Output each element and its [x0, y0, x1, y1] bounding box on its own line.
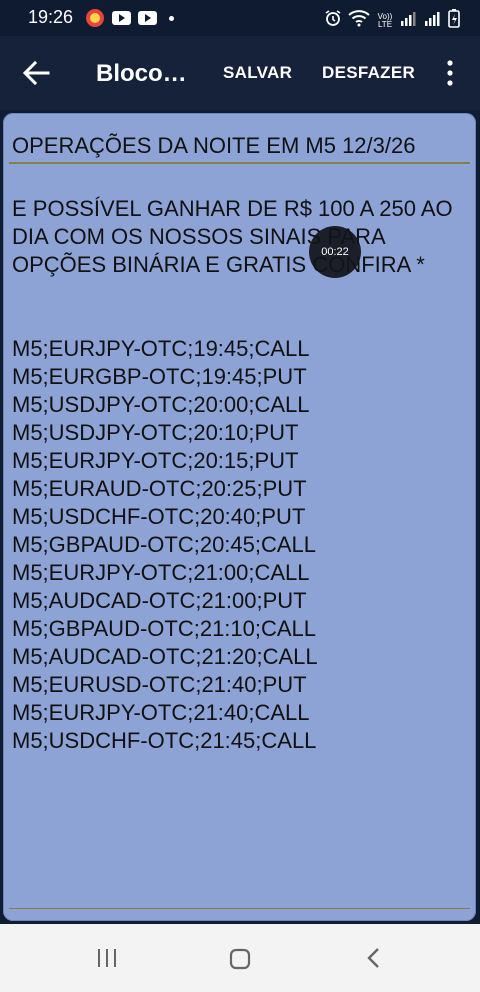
undo-button[interactable]: DESFAZER [322, 63, 415, 83]
note-intro: E POSSÍVEL GANHAR DE R$ 100 A 250 AO DIA… [12, 196, 453, 277]
signal-line: M5;EURJPY-OTC;19:45;CALL [12, 336, 310, 361]
signal-line: M5;EURUSD-OTC;21:40;PUT [12, 672, 307, 697]
signal-line: M5;EURAUD-OTC;20:25;PUT [12, 476, 307, 501]
note-body-text[interactable]: E POSSÍVEL GANHAR DE R$ 100 A 250 AO DIA… [12, 195, 470, 755]
signal-line: M5;USDCHF-OTC;21:45;CALL [12, 728, 317, 753]
bottom-divider [9, 908, 470, 909]
youtube-icon [138, 11, 157, 25]
status-time: 19:26 [28, 7, 74, 27]
alarm-icon [324, 9, 342, 32]
nav-back-icon[interactable] [364, 946, 384, 970]
signal-line: M5;GBPAUD-OTC;20:45;CALL [12, 532, 317, 557]
note-editor[interactable]: OPERAÇÕES DA NOITE EM M5 12/3/26 E POSSÍ… [3, 113, 476, 921]
signal-line: M5;EURJPY-OTC;21:40;CALL [12, 700, 310, 725]
signal-line: M5;EURJPY-OTC;21:00;CALL [12, 560, 310, 585]
signal-line: M5;USDCHF-OTC;20:40;PUT [12, 504, 306, 529]
title-divider [9, 162, 470, 164]
signal-strength-icon [400, 10, 418, 31]
wifi-icon [348, 9, 370, 32]
note-title-field[interactable]: OPERAÇÕES DA NOITE EM M5 12/3/26 [12, 133, 415, 159]
signal-line: M5;EURJPY-OTC;20:15;PUT [12, 448, 299, 473]
save-button[interactable]: SALVAR [223, 63, 292, 83]
recording-timer-badge[interactable]: 00:22 [309, 226, 361, 278]
screen-recorder-icon [86, 9, 104, 27]
back-arrow-icon[interactable] [20, 58, 54, 88]
home-icon[interactable] [229, 948, 251, 970]
signal-line: M5;AUDCAD-OTC;21:20;CALL [12, 644, 318, 669]
signal-line: M5;EURGBP-OTC;19:45;PUT [12, 364, 307, 389]
signal-strength-icon-2 [424, 10, 442, 31]
recent-apps-icon[interactable] [96, 948, 118, 968]
system-icons: Vo)) LTE [324, 8, 460, 33]
note-title-header: Bloco… [96, 60, 187, 87]
navigation-bar [0, 924, 480, 992]
status-bar: 19:26 Vo)) LTE [0, 0, 480, 36]
signal-line: M5;USDJPY-OTC;20:10;PUT [12, 420, 299, 445]
signal-line: M5;AUDCAD-OTC;21:00;PUT [12, 588, 307, 613]
signal-line: M5;GBPAUD-OTC;21:10;CALL [12, 616, 317, 641]
more-notifications-dot-icon [169, 16, 174, 21]
signal-line: M5;USDJPY-OTC;20:00;CALL [12, 392, 310, 417]
app-bar: Bloco… SALVAR DESFAZER [0, 36, 480, 110]
more-options-icon[interactable] [440, 58, 460, 88]
youtube-icon [112, 11, 131, 25]
battery-charging-icon [448, 8, 460, 33]
signal-list: M5;EURJPY-OTC;19:45;CALL M5;EURGBP-OTC;1… [12, 335, 470, 755]
volte-label: Vo)) LTE [377, 11, 393, 29]
